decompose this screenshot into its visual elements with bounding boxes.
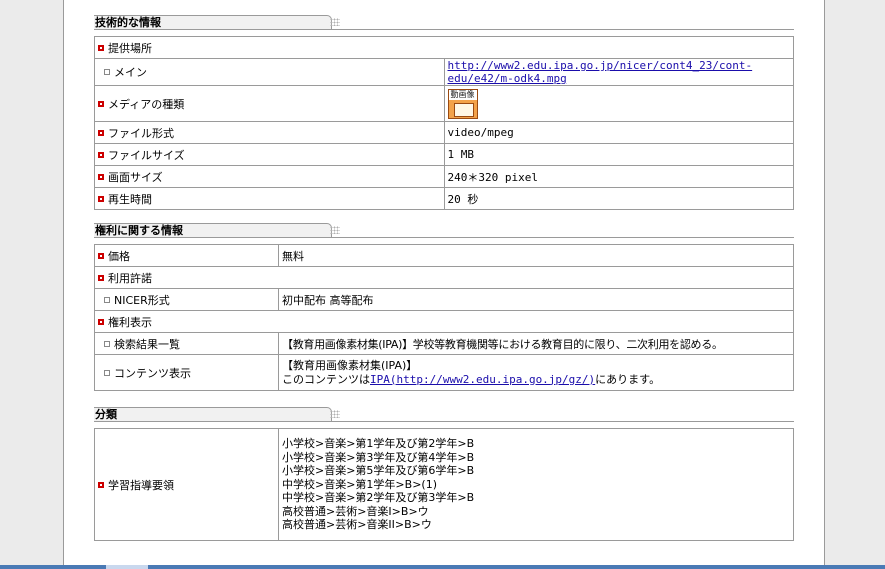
search-result-value: 【教育用画像素材集(IPA)】学校等教育機関等における教育目的に限り、二次利用を…	[278, 332, 794, 355]
list-item: 中学校>音楽>第1学年>B>(1)	[282, 477, 437, 491]
classification-table: 学習指導要領 小学校>音楽>第1学年及び第2学年>B 小学校>音楽>第3学年及び…	[94, 428, 794, 541]
content-prefix: このコンテンツは	[282, 372, 370, 386]
taskbar-strip	[0, 565, 885, 569]
section-divider	[94, 237, 794, 238]
file-format-value: video/mpeg	[443, 121, 794, 144]
table-row: NICER形式 初中配布 高等配布	[94, 288, 794, 311]
screen-size-value: 240＊320 pixel	[443, 165, 794, 188]
sub-bullet-icon	[104, 369, 110, 376]
left-margin	[0, 0, 64, 569]
duration-value: 20 秒	[443, 187, 794, 210]
nicer-value: 初中配布 高等配布	[278, 288, 794, 311]
grip-icon	[330, 226, 340, 234]
row-label: NICER形式	[114, 293, 170, 307]
bullet-icon	[98, 100, 104, 107]
bullet-icon	[98, 481, 104, 488]
table-row: 価格 無料	[94, 244, 794, 267]
bullet-icon	[98, 44, 104, 51]
section-divider	[94, 29, 794, 30]
price-value: 無料	[278, 244, 794, 267]
section-header-tech: 技術的な情報	[94, 15, 342, 29]
rights-info-table: 価格 無料 利用許諾 NICER形式 初中配布 高等配布 権利表示 検索結果一覧…	[94, 244, 794, 391]
bullet-icon	[98, 318, 104, 325]
table-row: 画面サイズ 240＊320 pixel	[94, 165, 794, 188]
section-header-rights: 権利に関する情報	[94, 223, 342, 237]
row-label: 検索結果一覧	[114, 337, 180, 351]
section-header-classification: 分類	[94, 407, 342, 421]
table-row: コンテンツ表示 【教育用画像素材集(IPA)】 このコンテンツはIPA(http…	[94, 354, 794, 391]
media-icon-label: 動画像	[450, 89, 475, 99]
content-line-1: 【教育用画像素材集(IPA)】	[282, 358, 418, 372]
list-item: 高校普通>芸術>音楽II>B>ウ	[282, 518, 432, 532]
section-title: 分類	[94, 407, 332, 421]
row-label: 再生時間	[108, 192, 152, 206]
list-item: 中学校>音楽>第2学年及び第3学年>B	[282, 491, 475, 505]
right-margin	[824, 0, 885, 569]
table-row: 学習指導要領 小学校>音楽>第1学年及び第2学年>B 小学校>音楽>第3学年及び…	[94, 428, 794, 541]
section-title: 技術的な情報	[94, 15, 332, 29]
table-row: 利用許諾	[94, 266, 794, 289]
grip-icon	[330, 410, 340, 418]
sub-bullet-icon	[104, 296, 110, 303]
guideline-list: 小学校>音楽>第1学年及び第2学年>B 小学校>音楽>第3学年及び第4学年>B …	[278, 428, 794, 541]
bullet-icon	[98, 151, 104, 158]
bullet-icon	[98, 274, 104, 281]
main-url-link[interactable]: http://www2.edu.ipa.go.jp/nicer/cont4_23…	[448, 59, 753, 85]
table-row: 権利表示	[94, 310, 794, 333]
list-item: 小学校>音楽>第3学年及び第4学年>B	[282, 450, 475, 464]
section-divider	[94, 421, 794, 422]
row-label: 学習指導要領	[108, 478, 174, 492]
bullet-icon	[98, 195, 104, 202]
bullet-icon	[98, 252, 104, 259]
sub-bullet-icon	[104, 340, 110, 347]
ipa-link[interactable]: IPA(http://www2.edu.ipa.go.jp/gz/)	[370, 373, 595, 386]
bullet-icon	[98, 173, 104, 180]
row-label: ファイルサイズ	[108, 148, 185, 162]
section-title: 権利に関する情報	[94, 223, 332, 237]
row-label: 利用許諾	[108, 271, 152, 285]
video-media-icon: 動画像	[447, 88, 478, 119]
row-label: コンテンツ表示	[114, 366, 191, 380]
table-row: メディアの種類 動画像	[94, 85, 794, 122]
table-row: ファイルサイズ 1 MB	[94, 143, 794, 166]
bullet-icon	[98, 129, 104, 136]
row-label: 提供場所	[108, 41, 152, 55]
sub-bullet-icon	[104, 69, 110, 75]
row-label: 権利表示	[108, 315, 152, 329]
table-row: 検索結果一覧 【教育用画像素材集(IPA)】学校等教育機関等における教育目的に限…	[94, 332, 794, 355]
list-item: 高校普通>芸術>音楽I>B>ウ	[282, 504, 429, 518]
table-row: メイン http://www2.edu.ipa.go.jp/nicer/cont…	[94, 58, 794, 86]
row-label: メイン	[114, 66, 147, 79]
row-label: 画面サイズ	[108, 170, 163, 184]
file-size-value: 1 MB	[443, 143, 794, 166]
tech-info-table: 提供場所 メイン http://www2.edu.ipa.go.jp/nicer…	[94, 36, 794, 210]
list-item: 小学校>音楽>第1学年及び第2学年>B	[282, 437, 475, 451]
list-item: 小学校>音楽>第5学年及び第6学年>B	[282, 464, 475, 478]
row-label: メディアの種類	[108, 97, 185, 111]
grip-icon	[330, 18, 340, 26]
table-row: ファイル形式 video/mpeg	[94, 121, 794, 144]
row-label: 価格	[108, 249, 130, 263]
content-suffix: にあります。	[595, 372, 661, 386]
table-row: 提供場所	[94, 36, 794, 59]
table-row: 再生時間 20 秒	[94, 187, 794, 210]
row-label: ファイル形式	[108, 126, 174, 140]
